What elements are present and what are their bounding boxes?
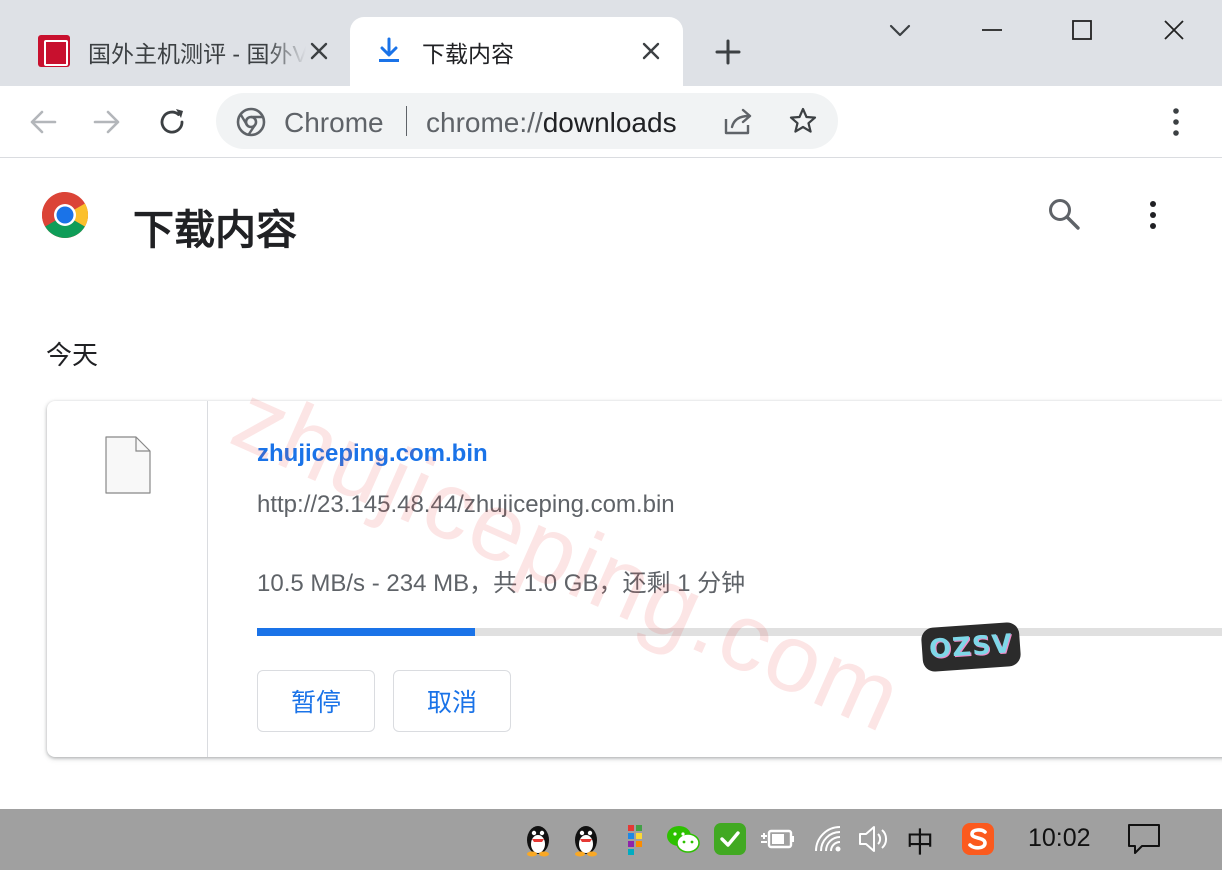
close-window-icon[interactable] xyxy=(1163,19,1185,41)
forward-arrow-icon[interactable] xyxy=(92,108,122,136)
ozsv-sticker-logo: OZSV xyxy=(920,621,1022,673)
ime-indicator[interactable]: 中 xyxy=(906,821,934,861)
notification-center-icon[interactable] xyxy=(1126,822,1162,856)
tab-strip: 国外主机测评 - 国外VPS，国外服务器 下载内容 xyxy=(0,0,1222,86)
tab-downloads[interactable]: 下载内容 xyxy=(350,17,683,86)
pause-button[interactable]: 暂停 xyxy=(257,670,375,732)
close-tab-icon[interactable] xyxy=(307,39,331,63)
wechat-icon[interactable] xyxy=(665,821,701,857)
omnibox-url[interactable]: chrome://downloads xyxy=(426,107,708,139)
color-blocks-app-icon[interactable] xyxy=(618,821,654,857)
downloads-header: 下载内容 xyxy=(0,159,1222,279)
date-section-heading: 今天 xyxy=(46,340,99,370)
taskbar: 中 10:02 xyxy=(0,809,1222,870)
card-divider xyxy=(207,401,208,757)
volume-icon[interactable] xyxy=(856,821,892,857)
new-tab-icon[interactable] xyxy=(714,38,742,66)
bookmark-star-icon[interactable] xyxy=(788,106,818,136)
battery-charging-icon[interactable] xyxy=(760,821,796,857)
reload-icon[interactable] xyxy=(156,106,188,138)
omnibox-separator xyxy=(406,106,407,136)
security-shield-check-icon[interactable] xyxy=(712,821,748,857)
back-arrow-icon[interactable] xyxy=(28,108,58,136)
download-progress-fill xyxy=(257,628,475,636)
chrome-logo-icon xyxy=(42,192,89,238)
file-icon xyxy=(105,436,151,494)
tab-title: 下载内容 xyxy=(422,40,514,67)
qq-penguin-icon[interactable] xyxy=(568,821,604,857)
qq-penguin-icon[interactable] xyxy=(520,821,556,857)
browser-menu-icon[interactable] xyxy=(1168,106,1184,138)
minimize-icon[interactable] xyxy=(980,18,1004,42)
search-icon[interactable] xyxy=(1047,197,1081,231)
download-icon xyxy=(379,37,399,62)
tab-search-chevron-down-icon[interactable] xyxy=(888,20,912,40)
wifi-icon[interactable] xyxy=(810,821,846,857)
cancel-button[interactable]: 取消 xyxy=(393,670,511,732)
sogou-input-icon[interactable] xyxy=(960,821,996,857)
maximize-icon[interactable] xyxy=(1071,19,1093,41)
url-host: downloads xyxy=(542,107,677,138)
tab-zhujiceping[interactable]: 国外主机测评 - 国外VPS，国外服务器 xyxy=(20,17,346,86)
omnibox-chip: Chrome xyxy=(284,107,384,138)
sticker-text: OZSV xyxy=(928,629,1014,665)
site-favicon-icon xyxy=(38,35,70,67)
share-icon[interactable] xyxy=(722,107,754,137)
url-scheme: chrome:// xyxy=(426,107,543,138)
taskbar-clock[interactable]: 10:02 xyxy=(1028,824,1091,853)
chrome-logo-icon xyxy=(236,107,266,137)
tab-title: 国外主机测评 - 国外VPS，国外服务器 xyxy=(88,40,306,67)
toolbar: Chrome chrome://downloads xyxy=(0,86,1222,158)
page-menu-icon[interactable] xyxy=(1145,198,1161,232)
page-title: 下载内容 xyxy=(133,207,297,253)
close-tab-icon[interactable] xyxy=(639,39,663,63)
omnibox[interactable]: Chrome chrome://downloads xyxy=(216,93,838,149)
